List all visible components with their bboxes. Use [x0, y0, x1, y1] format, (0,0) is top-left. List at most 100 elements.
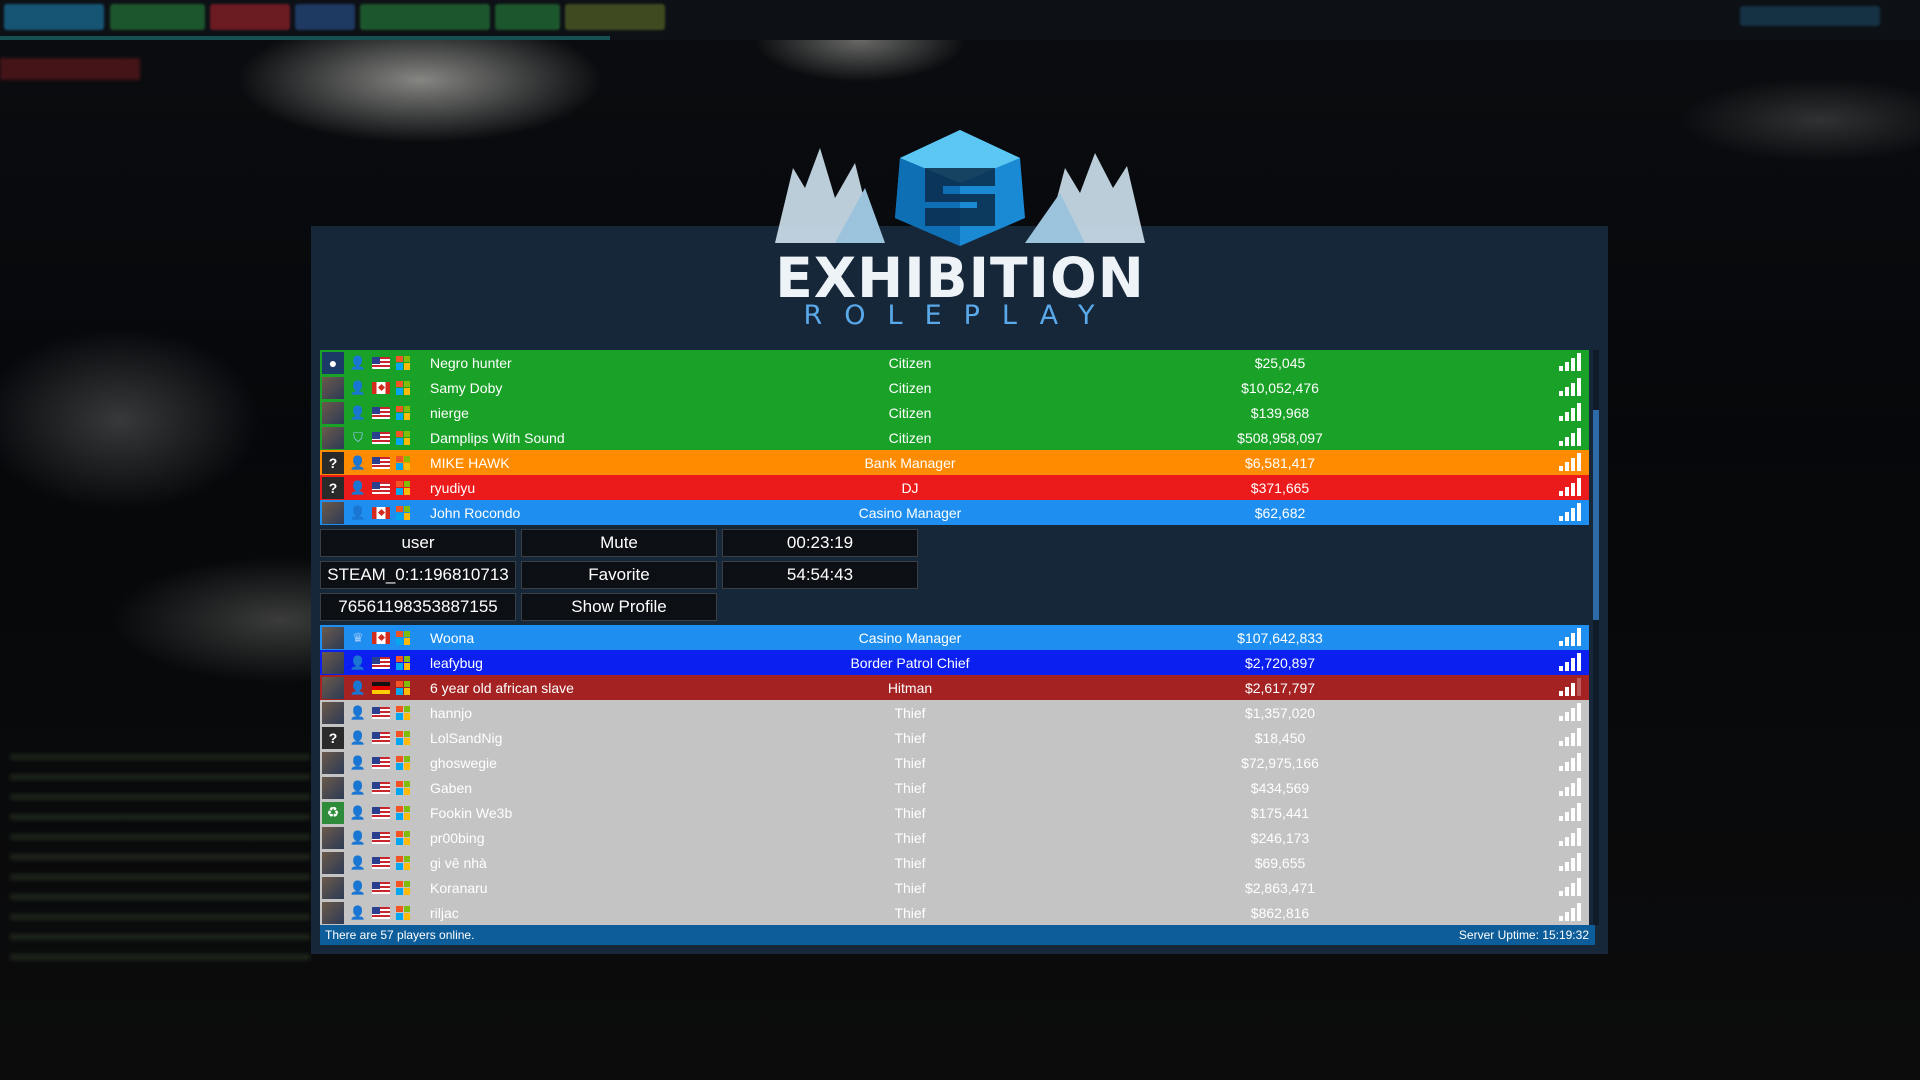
rank-icon: 👤 — [349, 804, 367, 820]
player-avatar[interactable] — [322, 501, 344, 524]
country-flag-icon — [372, 706, 390, 719]
player-avatar[interactable] — [322, 651, 344, 674]
player-avatar[interactable] — [322, 876, 344, 899]
country-flag-icon — [372, 856, 390, 869]
player-row[interactable]: 👤 John Rocondo Casino Manager $62,682 — [320, 500, 1589, 525]
player-row[interactable]: ? 👤 LolSandNig Thief $18,450 — [320, 725, 1589, 750]
country-flag-icon — [372, 681, 390, 694]
player-row[interactable]: 👤 nierge Citizen $139,968 — [320, 400, 1589, 425]
player-money: $175,441 — [1250, 804, 1310, 821]
usergroup-field: user — [320, 529, 516, 557]
steamid64-button[interactable]: 76561198353887155 — [320, 593, 516, 621]
player-row[interactable]: 👤 gi vê nhà Thief $69,655 — [320, 850, 1589, 875]
player-row[interactable]: ● 👤 Negro hunter Citizen $25,045 — [320, 350, 1589, 375]
rank-icon: 👤 — [349, 904, 367, 920]
player-avatar[interactable] — [322, 826, 344, 849]
player-row[interactable]: ? 👤 ryudiyu DJ $371,665 — [320, 475, 1589, 500]
chat-box — [10, 740, 310, 970]
ping-icon — [1559, 828, 1583, 846]
mute-button[interactable]: Mute — [521, 529, 717, 557]
rank-icon: 👤 — [349, 829, 367, 845]
player-name: Negro hunter — [430, 354, 512, 371]
player-avatar[interactable] — [322, 851, 344, 874]
player-row[interactable]: 👤 ghoswegie Thief $72,975,166 — [320, 750, 1589, 775]
player-money: $2,617,797 — [1244, 679, 1316, 696]
scrollbar-thumb[interactable] — [1593, 410, 1599, 620]
show-profile-button[interactable]: Show Profile — [521, 593, 717, 621]
player-job: Thief — [894, 829, 926, 846]
rank-icon: ⛉ — [353, 429, 363, 445]
player-avatar[interactable]: ? — [322, 726, 344, 749]
player-job: Thief — [894, 854, 926, 871]
os-windows-icon — [396, 905, 410, 920]
player-job: Citizen — [888, 404, 932, 421]
player-row[interactable]: ♛ Woona Casino Manager $107,642,833 — [320, 625, 1589, 650]
player-avatar[interactable] — [322, 701, 344, 724]
player-avatar[interactable] — [322, 901, 344, 924]
player-row[interactable]: 👤 riljac Thief $862,816 — [320, 900, 1589, 925]
country-flag-icon — [372, 781, 390, 794]
player-avatar[interactable]: ? — [322, 476, 344, 499]
rank-icon: 👤 — [349, 779, 367, 795]
player-money: $508,958,097 — [1237, 429, 1323, 446]
player-row[interactable]: 👤 pr00bing Thief $246,173 — [320, 825, 1589, 850]
player-avatar[interactable] — [322, 776, 344, 799]
ping-icon — [1559, 878, 1583, 896]
player-avatar[interactable]: ♻ — [322, 801, 344, 824]
player-avatar[interactable] — [322, 676, 344, 699]
os-windows-icon — [396, 355, 410, 370]
ping-icon — [1559, 678, 1583, 696]
player-name: ghoswegie — [430, 754, 497, 771]
player-name: Gaben — [430, 779, 473, 796]
player-job: Thief — [894, 904, 926, 921]
hud-pill — [495, 4, 560, 30]
player-avatar[interactable]: ? — [322, 451, 344, 474]
player-row[interactable]: 👤 hannjo Thief $1,357,020 — [320, 700, 1589, 725]
player-money: $10,052,476 — [1241, 379, 1319, 396]
server-uptime-text: Server Uptime: 15:19:32 — [1458, 928, 1589, 942]
player-row[interactable]: 👤 Koranaru Thief $2,863,471 — [320, 875, 1589, 900]
ping-icon — [1559, 803, 1583, 821]
player-name: 6 year old african slave — [430, 679, 574, 696]
player-money: $72,975,166 — [1241, 754, 1319, 771]
player-row[interactable]: ⛉ Damplips With Sound Citizen $508,958,097 — [320, 425, 1589, 450]
player-avatar[interactable]: ● — [322, 351, 344, 374]
player-job: DJ — [901, 479, 919, 496]
player-name: nierge — [430, 404, 469, 421]
rank-icon: 👤 — [349, 354, 367, 370]
player-money: $6,581,417 — [1244, 454, 1316, 471]
player-row[interactable]: ♻ 👤 Fookin We3b Thief $175,441 — [320, 800, 1589, 825]
player-money: $1,357,020 — [1244, 704, 1316, 721]
player-avatar[interactable] — [322, 426, 344, 449]
ping-icon — [1559, 703, 1583, 721]
player-name: MIKE HAWK — [430, 454, 510, 471]
hud-bar — [0, 36, 610, 40]
hud-warning — [0, 58, 140, 80]
player-job: Border Patrol Chief — [850, 654, 970, 671]
player-row[interactable]: ? 👤 MIKE HAWK Bank Manager $6,581,417 — [320, 450, 1589, 475]
player-avatar[interactable] — [322, 751, 344, 774]
scrollbar[interactable] — [1593, 350, 1599, 925]
player-avatar[interactable] — [322, 626, 344, 649]
total-time-field: 54:54:43 — [722, 561, 918, 589]
ping-icon — [1559, 653, 1583, 671]
player-name: John Rocondo — [430, 504, 521, 521]
country-flag-icon — [372, 481, 390, 494]
ping-icon — [1559, 728, 1583, 746]
player-avatar[interactable] — [322, 401, 344, 424]
player-row[interactable]: 👤 6 year old african slave Hitman $2,617,79… — [320, 675, 1589, 700]
player-job: Thief — [894, 729, 926, 746]
os-windows-icon — [396, 780, 410, 795]
player-money: $2,863,471 — [1244, 879, 1316, 896]
player-row[interactable]: 👤 Samy Doby Citizen $10,052,476 — [320, 375, 1589, 400]
steamid-button[interactable]: STEAM_0:1:196810713 — [320, 561, 516, 589]
player-row[interactable]: 👤 Gaben Thief $434,569 — [320, 775, 1589, 800]
hud-pill — [295, 4, 355, 30]
ping-icon — [1559, 778, 1583, 796]
player-avatar[interactable] — [322, 376, 344, 399]
ping-icon — [1559, 353, 1583, 371]
rank-icon: 👤 — [349, 504, 367, 520]
player-row[interactable]: 👤 leafybug Border Patrol Chief $2,720,897 — [320, 650, 1589, 675]
player-job: Hitman — [887, 679, 933, 696]
favorite-button[interactable]: Favorite — [521, 561, 717, 589]
